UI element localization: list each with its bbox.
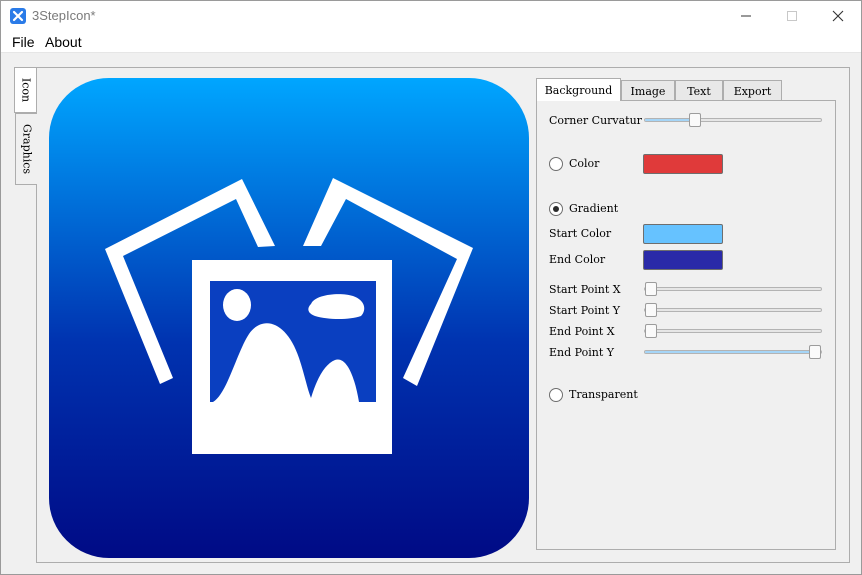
minimize-icon (741, 15, 751, 17)
start-color-swatch[interactable] (643, 224, 723, 244)
icon-preview (49, 78, 529, 558)
start-point-x-handle[interactable] (645, 282, 657, 296)
photos-icon (105, 178, 473, 454)
gradient-radio[interactable] (549, 202, 563, 216)
start-point-x-slider[interactable] (644, 282, 822, 296)
start-point-y-handle[interactable] (645, 303, 657, 317)
end-point-y-label: End Point Y (549, 346, 615, 359)
end-point-x-slider[interactable] (644, 324, 822, 338)
maximize-button[interactable] (769, 1, 815, 31)
window-title: 3StepIcon* (32, 8, 96, 23)
tab-image[interactable]: Image (621, 80, 675, 101)
end-color-label: End Color (549, 253, 606, 266)
menu-about[interactable]: About (45, 34, 82, 50)
close-button[interactable] (815, 1, 861, 31)
menu-file[interactable]: File (12, 34, 35, 50)
tab-graphics-label: Graphics (20, 123, 33, 175)
app-window: 3StepIcon* File About Icon Graphics Back… (0, 0, 862, 575)
end-point-x-label: End Point X (549, 325, 615, 338)
end-point-y-fill (645, 351, 815, 353)
tab-graphics[interactable]: Graphics (15, 113, 37, 185)
gradient-label: Gradient (569, 202, 619, 215)
start-point-y-label: Start Point Y (549, 304, 621, 317)
start-color-label: Start Color (549, 227, 612, 240)
end-point-y-slider[interactable] (644, 345, 822, 359)
title-bar[interactable]: 3StepIcon* (1, 1, 861, 31)
end-point-y-handle[interactable] (809, 345, 821, 359)
tab-icon[interactable]: Icon (14, 67, 36, 113)
color-radio[interactable] (549, 157, 563, 171)
app-logo-icon (10, 8, 26, 24)
tab-icon-label: Icon (19, 77, 32, 103)
tab-text[interactable]: Text (675, 80, 723, 101)
end-point-x-handle[interactable] (645, 324, 657, 338)
color-swatch[interactable] (643, 154, 723, 174)
maximize-icon (787, 11, 797, 21)
color-label: Color (569, 157, 600, 170)
corner-curvature-label: Corner Curvatur (549, 114, 642, 127)
tab-export[interactable]: Export (723, 80, 782, 101)
transparent-radio[interactable] (549, 388, 563, 402)
corner-curvature-slider[interactable] (644, 113, 822, 127)
close-icon (832, 10, 844, 22)
start-point-x-label: Start Point X (549, 283, 621, 296)
corner-curvature-handle[interactable] (689, 113, 702, 127)
transparent-label: Transparent (569, 388, 638, 401)
end-color-swatch[interactable] (643, 250, 723, 270)
start-point-y-slider[interactable] (644, 303, 822, 317)
menu-bar: File About (1, 31, 861, 53)
minimize-button[interactable] (723, 1, 769, 31)
tab-background[interactable]: Background (536, 78, 621, 101)
corner-curvature-fill (645, 119, 696, 121)
